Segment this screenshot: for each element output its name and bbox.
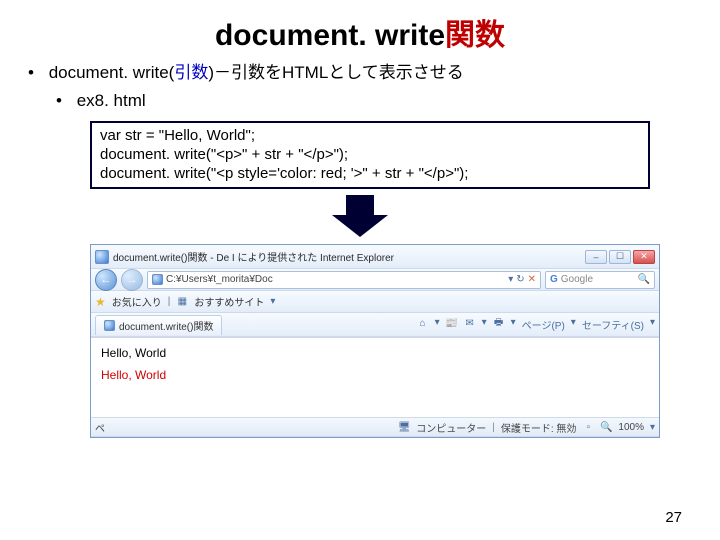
google-g-icon: G (550, 274, 558, 285)
address-bar[interactable]: C:¥Users¥t_morita¥Doc ▾ ↻ ✕ (147, 271, 541, 289)
zoom-level: 100% (618, 422, 644, 433)
window-title: document.write()関数 - De I により提供された Inter… (113, 249, 581, 264)
title-prefix: document. write (215, 19, 445, 52)
print-icon[interactable]: 🖶 (493, 317, 505, 329)
slide-title: document. write関数 (0, 0, 720, 60)
zoom-dropdown-icon[interactable]: ▾ (650, 422, 655, 433)
ie-icon (95, 250, 109, 264)
tab-label: document.write()関数 (119, 318, 213, 333)
safety-menu[interactable]: セーフティ(S) (582, 317, 644, 332)
page-icon (152, 274, 163, 285)
zoom-out-icon[interactable]: ▫ (582, 421, 594, 433)
bullet-1-part2: )－引数をHTMLとして表示させる (208, 63, 463, 82)
feed-icon[interactable]: 📰 (446, 317, 458, 329)
code-line-3: document. write("<p style='color: red; '… (100, 165, 468, 182)
page-content: Hello, World Hello, World (91, 337, 659, 417)
bullet-2-text: ex8. html (77, 91, 146, 110)
home-icon[interactable]: ⌂ (417, 317, 429, 329)
arrow-down (0, 195, 720, 240)
bullet-1: document. write(引数)－引数をHTMLとして表示させる (28, 60, 702, 86)
arrow-icon (332, 195, 388, 235)
mail-icon[interactable]: ✉ (464, 317, 476, 329)
zone-label: コンピューター (416, 420, 486, 435)
tab-favicon (104, 320, 115, 331)
computer-icon: 🖥 (398, 421, 410, 433)
favorites-bar: ★ お気に入り | ▦ おすすめサイト ▾ (91, 291, 659, 313)
browser-window: document.write()関数 - De I により提供された Inter… (90, 244, 660, 438)
bullet-list: document. write(引数)－引数をHTMLとして表示させる ex8.… (0, 60, 720, 113)
tab-bar: document.write()関数 ⌂▾ 📰 ✉▾ 🖶▾ ページ(P)▾ セー… (91, 313, 659, 337)
search-box[interactable]: G Google 🔍 (545, 271, 655, 289)
code-line-1: var str = "Hello, World"; (100, 127, 255, 144)
search-icon[interactable]: 🔍 (638, 274, 650, 285)
command-bar: ⌂▾ 📰 ✉▾ 🖶▾ ページ(P)▾ セーフティ(S)▾ (417, 317, 655, 332)
output-line-1: Hello, World (101, 346, 649, 360)
dropdown-icon[interactable]: ▾ (508, 274, 513, 285)
minimize-button[interactable]: – (585, 250, 607, 264)
forward-button[interactable]: → (121, 269, 143, 291)
code-block: var str = "Hello, World"; document. writ… (90, 121, 650, 189)
bullet-1-part1: document. write( (49, 63, 175, 82)
favorites-item-icon: ▦ (176, 296, 188, 308)
bullet-2: ex8. html (28, 88, 702, 114)
slide-number: 27 (665, 509, 682, 526)
address-text: C:¥Users¥t_morita¥Doc (166, 274, 273, 285)
bullet-1-arg: 引数 (174, 63, 208, 82)
browser-titlebar: document.write()関数 - De I により提供された Inter… (91, 245, 659, 269)
browser-navbar: ← → C:¥Users¥t_morita¥Doc ▾ ↻ ✕ G Google… (91, 269, 659, 291)
close-button[interactable]: ✕ (633, 250, 655, 264)
maximize-button[interactable]: ☐ (609, 250, 631, 264)
protected-mode: 保護モード: 無効 (501, 420, 577, 435)
page-menu[interactable]: ページ(P) (522, 317, 565, 332)
output-line-2: Hello, World (101, 368, 649, 382)
back-button[interactable]: ← (95, 269, 117, 291)
title-suffix: 関数 (445, 19, 505, 52)
favorites-item[interactable]: おすすめサイト (194, 294, 264, 309)
refresh-icon[interactable]: ↻ (516, 274, 524, 285)
favorites-label[interactable]: お気に入り (112, 294, 162, 309)
status-bar: ペ 🖥 コンピューター | 保護モード: 無効 ▫ 🔍 100% ▾ (91, 417, 659, 437)
star-icon[interactable]: ★ (95, 295, 106, 309)
chevron-down-icon[interactable]: ▾ (270, 296, 275, 307)
stop-icon[interactable]: ✕ (528, 274, 536, 285)
search-placeholder: Google (561, 274, 593, 285)
code-line-2: document. write("<p>" + str + "</p>"); (100, 146, 348, 163)
active-tab[interactable]: document.write()関数 (95, 315, 222, 335)
page-status-text: ペ (95, 420, 105, 435)
zoom-icon[interactable]: 🔍 (600, 421, 612, 433)
